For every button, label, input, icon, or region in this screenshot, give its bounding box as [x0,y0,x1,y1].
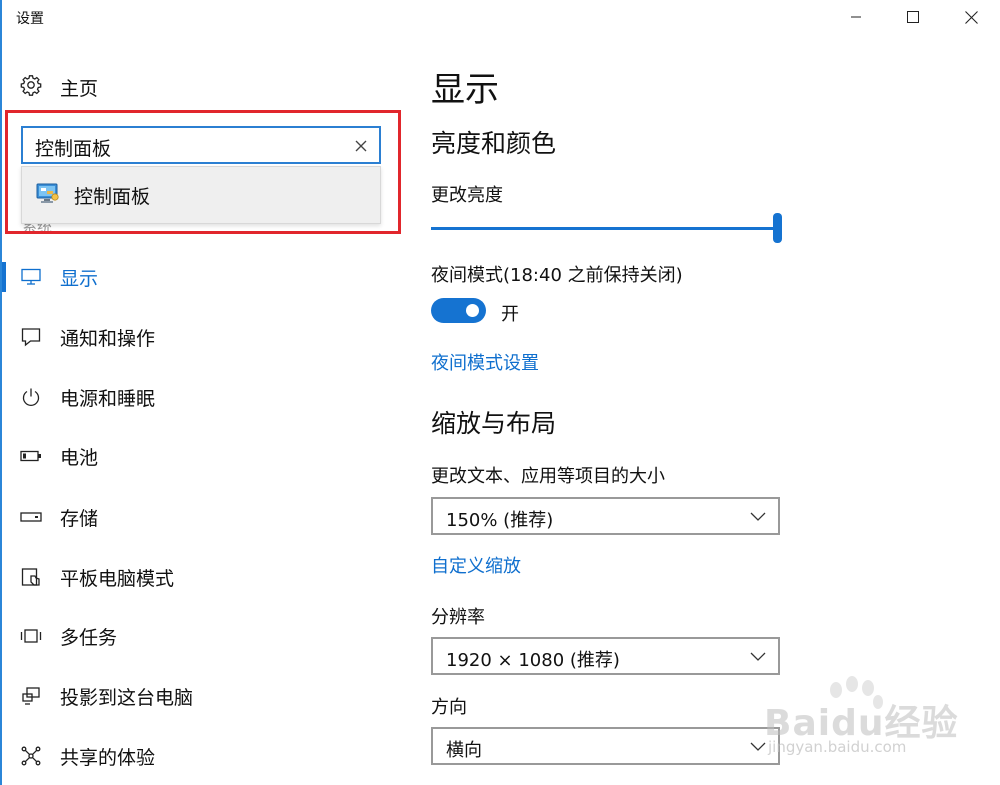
brightness-slider-thumb[interactable] [772,213,782,243]
night-light-toggle[interactable] [431,298,486,323]
chevron-down-icon [750,508,766,528]
maximize-icon [907,11,919,23]
sidebar-item-label: 共享的体验 [60,746,156,769]
tablet-mode-icon [20,566,42,588]
sidebar-item-display[interactable]: 显示 [0,257,400,297]
close-icon [964,10,978,24]
scale-label: 更改文本、应用等项目的大小 [431,466,665,487]
sidebar-item-label: 通知和操作 [60,327,156,350]
sidebar-item-shared-experiences[interactable]: 共享的体验 [0,736,400,776]
orientation-dropdown[interactable]: 横向 [431,727,780,765]
sidebar-item-label: 电池 [60,446,99,469]
night-light-toggle-state: 开 [501,304,519,325]
sidebar-item-battery[interactable]: 电池 [0,436,400,476]
night-light-settings-link[interactable]: 夜间模式设置 [431,349,539,375]
gear-icon [20,74,42,100]
sidebar-item-label: 显示 [60,267,99,290]
project-icon [20,685,42,707]
sidebar-item-tablet-mode[interactable]: 平板电脑模式 [0,557,400,597]
watermark-url: jingyan.baidu.com [768,738,907,756]
brightness-label: 更改亮度 [431,185,503,206]
orientation-label: 方向 [431,697,467,718]
night-light-label: 夜间模式(18:40 之前保持关闭) [431,265,683,286]
chevron-down-icon [750,648,766,668]
storage-icon [20,506,42,528]
section-title-scale: 缩放与布局 [431,409,557,438]
resolution-dropdown-value: 1920 × 1080 (推荐) [446,650,620,671]
scale-dropdown[interactable]: 150% (推荐) [431,497,780,535]
maximize-button[interactable] [890,0,936,34]
multitask-icon [20,625,42,647]
section-title-brightness: 亮度和颜色 [431,129,557,158]
resolution-dropdown[interactable]: 1920 × 1080 (推荐) [431,637,780,675]
window-title: 设置 [16,11,44,27]
toggle-knob [466,304,479,317]
sidebar-item-label: 存储 [60,507,99,530]
sidebar-item-label: 平板电脑模式 [60,567,175,590]
brightness-slider-track[interactable] [431,227,777,230]
sidebar-item-notifications[interactable]: 通知和操作 [0,317,400,357]
orientation-dropdown-value: 横向 [446,740,482,761]
minimize-icon [850,11,862,23]
sidebar-home[interactable]: 主页 [20,72,98,102]
sidebar-item-label: 多任务 [60,626,118,649]
sidebar-item-storage[interactable]: 存储 [0,497,400,537]
sidebar-item-label: 电源和睡眠 [60,387,156,410]
monitor-icon [20,266,42,288]
sidebar-item-label: 投影到这台电脑 [60,686,194,709]
custom-scaling-link[interactable]: 自定义缩放 [431,552,521,578]
resolution-label: 分辨率 [431,607,485,628]
power-icon [20,386,42,408]
notification-icon [20,326,42,348]
close-button[interactable] [948,0,994,34]
title-bar: 设置 [0,0,1000,34]
page-title: 显示 [431,70,499,110]
highlight-frame [5,110,401,234]
sidebar-item-project[interactable]: 投影到这台电脑 [0,676,400,716]
battery-icon [20,445,42,467]
minimize-button[interactable] [833,0,879,34]
share-icon [20,745,42,767]
sidebar-item-power[interactable]: 电源和睡眠 [0,377,400,417]
scale-dropdown-value: 150% (推荐) [446,510,554,531]
sidebar-home-label: 主页 [60,77,99,100]
sidebar-item-multitasking[interactable]: 多任务 [0,616,400,656]
